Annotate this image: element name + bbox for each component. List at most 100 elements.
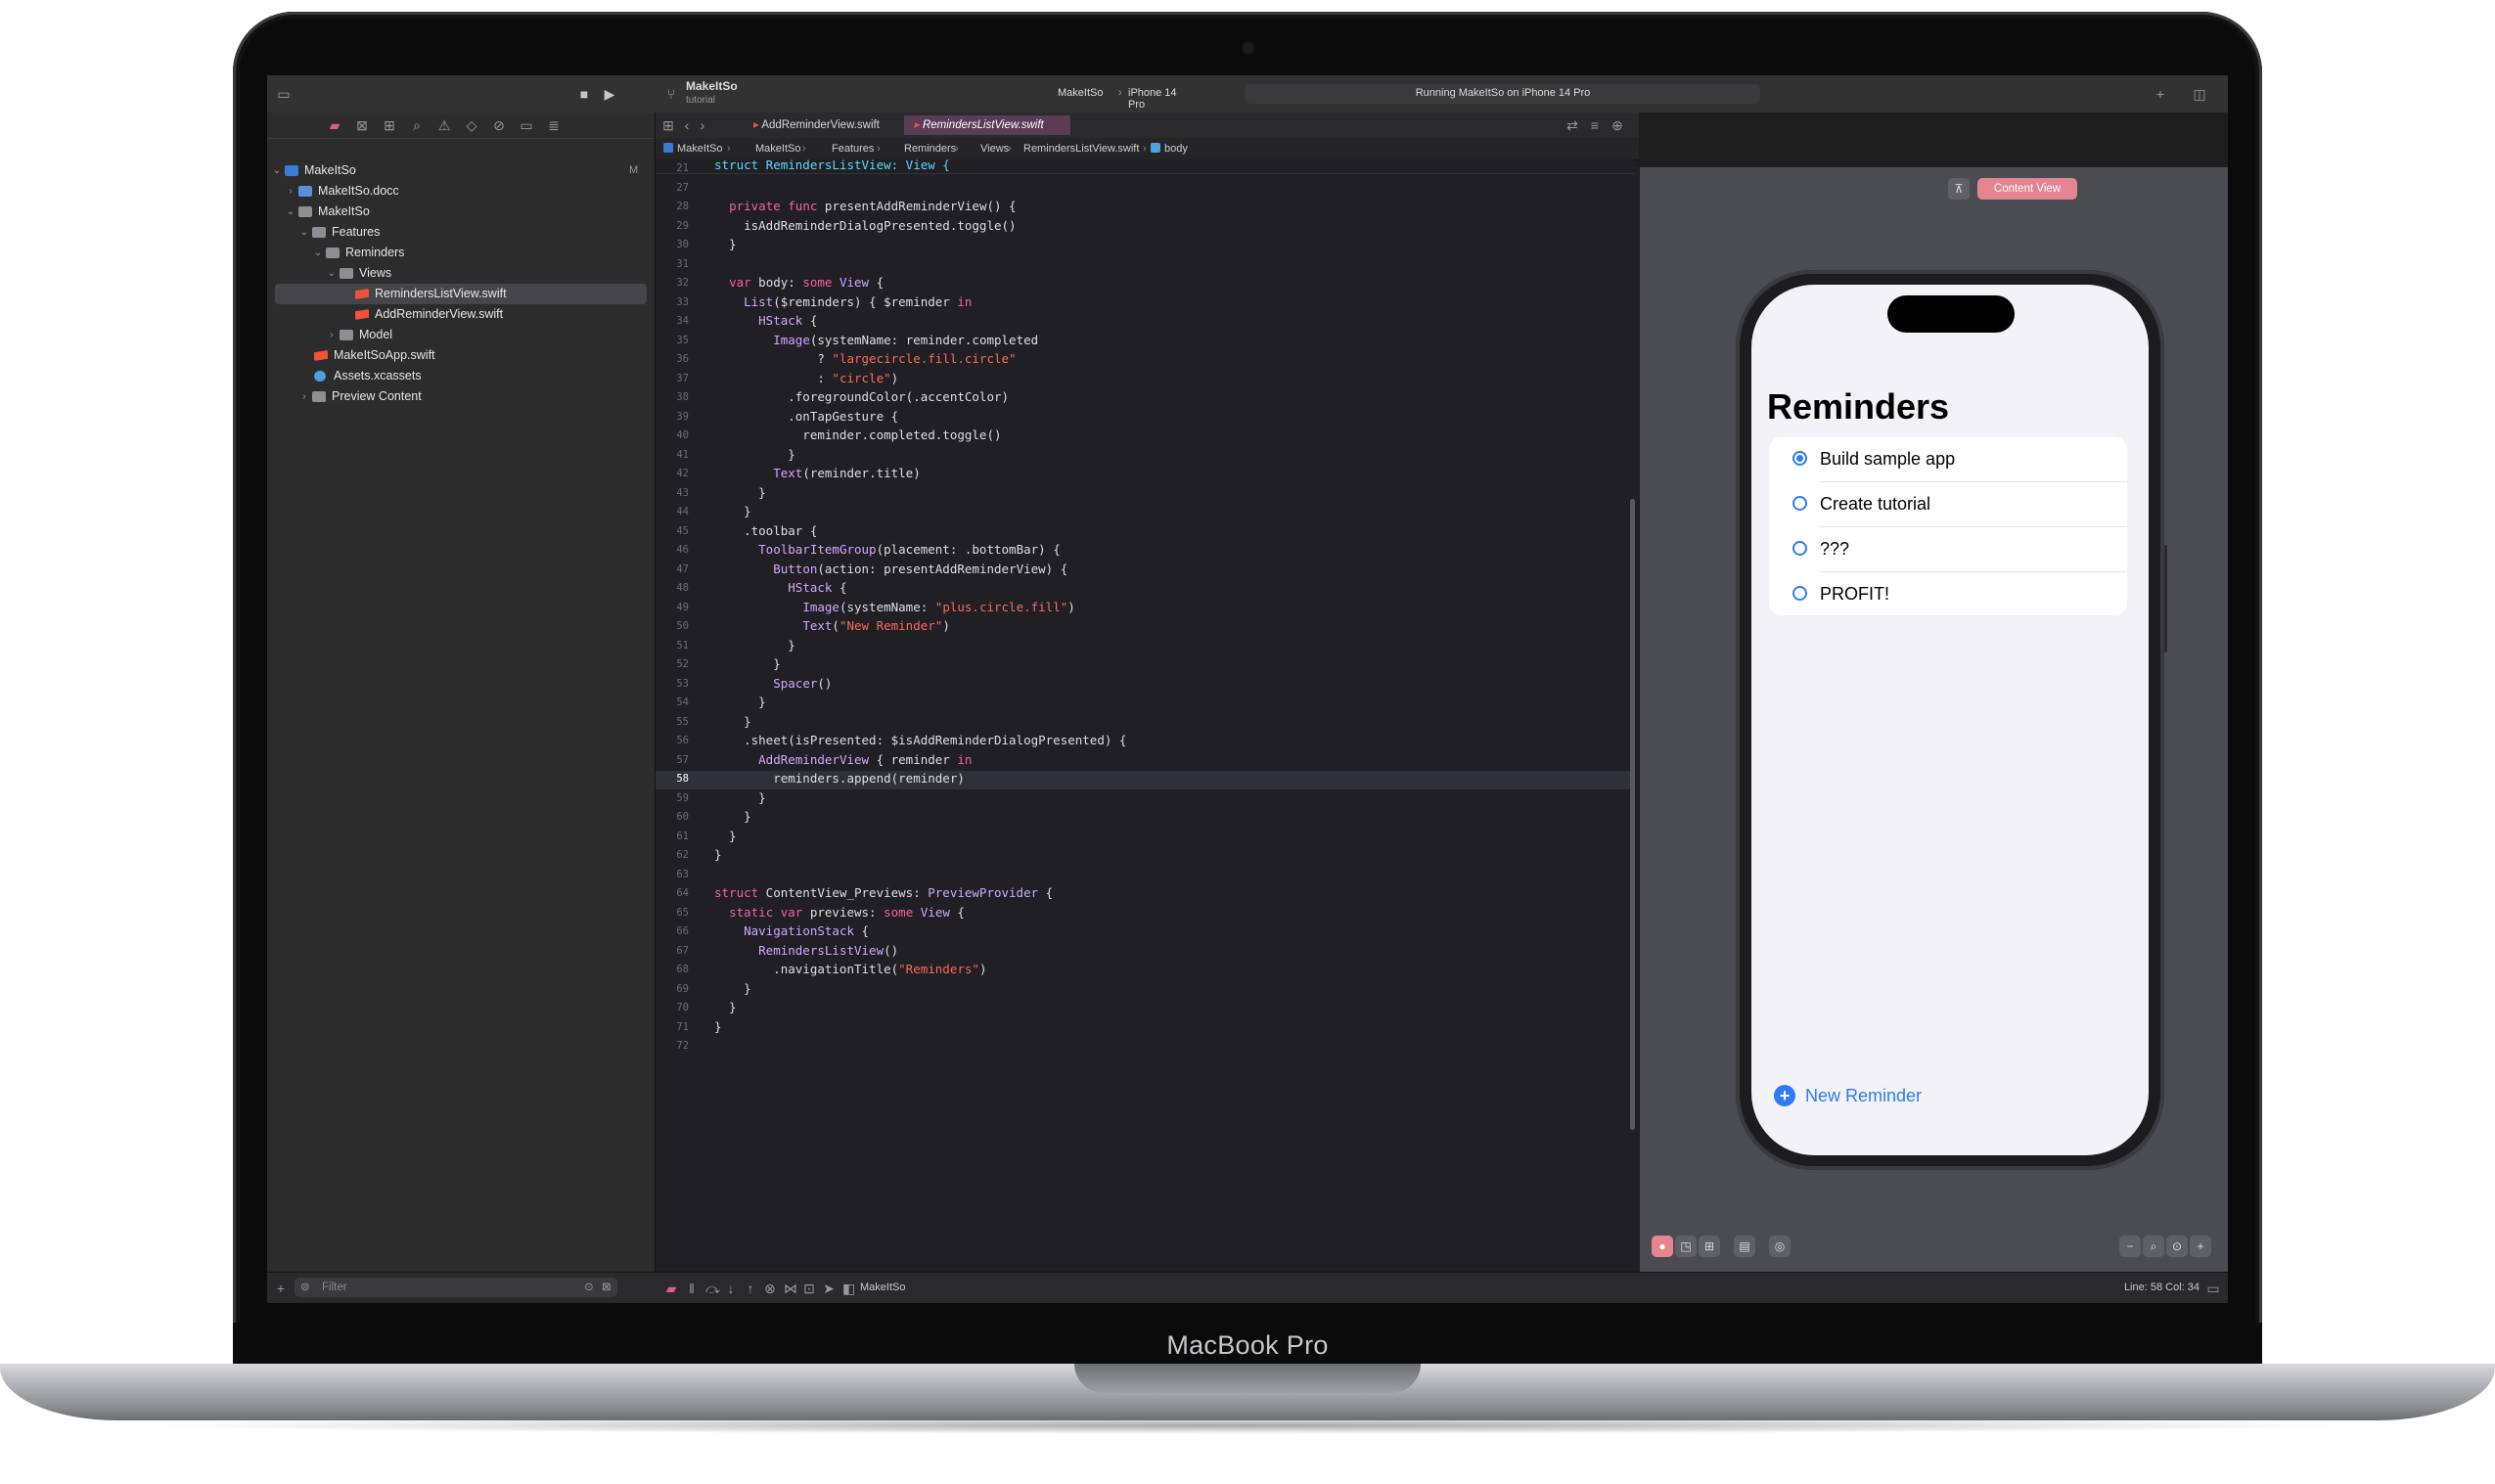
largecircle-fill-circle-icon[interactable] xyxy=(1792,451,1807,466)
tab-reminderslistview[interactable]: ▸ RemindersListView.swift xyxy=(904,115,1070,135)
code-line[interactable]: NavigationStack { xyxy=(714,923,869,938)
code-line[interactable]: .toolbar { xyxy=(714,523,817,538)
code-line[interactable]: Text(reminder.title) xyxy=(714,466,921,480)
code-line[interactable]: var body: some View { xyxy=(714,275,884,290)
code-line[interactable]: isAddReminderDialogPresented.toggle() xyxy=(714,218,1016,233)
code-line[interactable]: } xyxy=(714,981,751,996)
code-area[interactable]: struct RemindersListView: View { 21 27 28 … xyxy=(656,157,1634,1265)
breadcrumb-item[interactable]: RemindersListView.swift xyxy=(1023,138,1139,159)
code-line[interactable]: } xyxy=(714,809,751,824)
tree-row-group-makeitso[interactable]: ⌄ MakeItSo xyxy=(267,202,655,222)
back-icon[interactable]: ‹ xyxy=(681,118,693,132)
circle-icon[interactable] xyxy=(1792,586,1807,601)
line-number[interactable]: 53 xyxy=(656,678,689,690)
line-number[interactable]: 68 xyxy=(656,964,689,975)
line-number[interactable]: 56 xyxy=(656,735,689,746)
line-number[interactable]: 35 xyxy=(656,335,689,346)
chevron-right-icon[interactable]: › xyxy=(298,386,310,407)
stop-icon[interactable]: ■ xyxy=(576,87,592,101)
tree-row-docc[interactable]: › MakeItSo.docc xyxy=(267,181,655,202)
line-number[interactable]: 44 xyxy=(656,506,689,517)
line-number[interactable]: 34 xyxy=(656,315,689,327)
zoom-in-icon[interactable]: + xyxy=(2190,1236,2211,1257)
breadcrumb-item[interactable]: Reminders xyxy=(904,138,956,159)
line-number[interactable]: 46 xyxy=(656,544,689,556)
line-number[interactable]: 52 xyxy=(656,658,689,670)
code-line[interactable]: } xyxy=(714,714,751,729)
code-line[interactable]: } xyxy=(714,656,781,671)
code-line[interactable]: } xyxy=(714,1019,722,1034)
tree-row-reminderslistview[interactable]: RemindersListView.swift xyxy=(275,284,647,304)
breakpoint-icon[interactable]: ▭ xyxy=(520,118,533,132)
code-line[interactable]: } xyxy=(714,829,737,843)
tree-row-model[interactable]: › Model xyxy=(267,325,655,345)
line-number[interactable]: 50 xyxy=(656,620,689,632)
code-line[interactable]: Button(action: presentAddReminderView) { xyxy=(714,562,1067,576)
scheme-selector[interactable]: MakeItSo › iPhone 14 Pro xyxy=(1058,84,1195,111)
selectable-mode-icon[interactable]: ◳ xyxy=(1675,1236,1697,1257)
code-line[interactable]: List($reminders) { $reminder in xyxy=(714,294,972,309)
code-line[interactable]: : "circle") xyxy=(714,371,898,385)
refresh-icon[interactable]: ⇄ xyxy=(1565,118,1579,132)
line-number[interactable]: 71 xyxy=(656,1021,689,1033)
tree-row-addreminderview[interactable]: AddReminderView.swift xyxy=(267,304,655,325)
code-line[interactable]: AddReminderView { reminder in xyxy=(714,752,972,767)
debug-area-toggle-icon[interactable]: ▭ xyxy=(2206,1282,2220,1295)
line-number[interactable]: 21 xyxy=(656,162,689,174)
code-line[interactable]: struct ContentView_Previews: PreviewProv… xyxy=(714,885,1053,900)
line-number[interactable]: 59 xyxy=(656,792,689,804)
editor-scrollbar[interactable] xyxy=(1630,499,1635,1130)
step-into-icon[interactable]: ↓ xyxy=(725,1282,737,1295)
code-line[interactable]: ToolbarItemGroup(placement: .bottomBar) … xyxy=(714,542,1061,557)
chevron-down-icon[interactable]: ⌄ xyxy=(271,160,283,181)
code-line[interactable]: } xyxy=(714,638,795,652)
code-line[interactable]: } xyxy=(714,485,766,500)
code-line[interactable]: .onTapGesture { xyxy=(714,409,898,424)
new-reminder-button[interactable]: + New Reminder xyxy=(1774,1085,1930,1110)
breadcrumb-item[interactable]: Features xyxy=(832,138,874,159)
tree-row-project[interactable]: ⌄ MakeItSo M xyxy=(267,160,655,181)
code-line[interactable]: } xyxy=(714,847,722,862)
line-number[interactable]: 65 xyxy=(656,907,689,919)
breakpoints-toggle-icon[interactable]: ▰ xyxy=(664,1282,678,1295)
debug-icon[interactable]: ⊘ xyxy=(492,118,506,132)
device-icon[interactable]: ◎ xyxy=(1769,1236,1791,1257)
code-line[interactable]: } xyxy=(714,695,766,709)
code-line[interactable]: } xyxy=(714,790,766,805)
code-line[interactable]: .foregroundColor(.accentColor) xyxy=(714,389,1009,404)
filter-field[interactable]: ⊜ Filter ⊙ ⊠ xyxy=(295,1278,617,1297)
location-icon[interactable]: ➤ xyxy=(823,1282,835,1295)
line-number[interactable]: 36 xyxy=(656,353,689,365)
line-number[interactable]: 37 xyxy=(656,373,689,384)
folder-icon[interactable]: ▰ xyxy=(328,118,341,132)
tree-row-preview-content[interactable]: › Preview Content xyxy=(267,386,655,407)
pin-icon[interactable]: ⊼ xyxy=(1948,178,1970,200)
code-line[interactable]: reminder.completed.toggle() xyxy=(714,427,1001,442)
line-number[interactable]: 62 xyxy=(656,849,689,861)
line-number[interactable]: 39 xyxy=(656,411,689,423)
code-line[interactable]: } xyxy=(714,1000,737,1014)
line-number[interactable]: 40 xyxy=(656,429,689,441)
chevron-down-icon[interactable]: ⌄ xyxy=(312,243,324,263)
circle-icon[interactable] xyxy=(1792,496,1807,511)
tree-row-features[interactable]: ⌄ Features xyxy=(267,222,655,243)
tree-row-makeitsoapp[interactable]: MakeItSoApp.swift xyxy=(267,345,655,366)
warning-icon[interactable]: ⚠ xyxy=(437,118,451,132)
tree-row-reminders[interactable]: ⌄ Reminders xyxy=(267,243,655,263)
line-number[interactable]: 54 xyxy=(656,697,689,708)
step-over-icon[interactable]: ⤼ xyxy=(705,1282,720,1295)
code-line[interactable]: } xyxy=(714,504,751,518)
line-number[interactable]: 27 xyxy=(656,182,689,194)
recent-icon[interactable]: ⊙ xyxy=(584,1278,594,1297)
chevron-down-icon[interactable]: ⌄ xyxy=(285,202,296,222)
line-number[interactable]: 45 xyxy=(656,525,689,537)
line-number[interactable]: 63 xyxy=(656,869,689,880)
chevron-right-icon[interactable]: › xyxy=(326,325,338,345)
line-number[interactable]: 55 xyxy=(656,716,689,728)
line-number[interactable]: 47 xyxy=(656,563,689,575)
chevron-down-icon[interactable]: ⌄ xyxy=(298,222,310,243)
line-number[interactable]: 31 xyxy=(656,258,689,270)
zoom-out-icon[interactable]: − xyxy=(2119,1236,2141,1257)
code-line[interactable]: .sheet(isPresented: $isAddReminderDialog… xyxy=(714,733,1126,747)
code-line[interactable]: Image(systemName: "plus.circle.fill") xyxy=(714,600,1074,614)
